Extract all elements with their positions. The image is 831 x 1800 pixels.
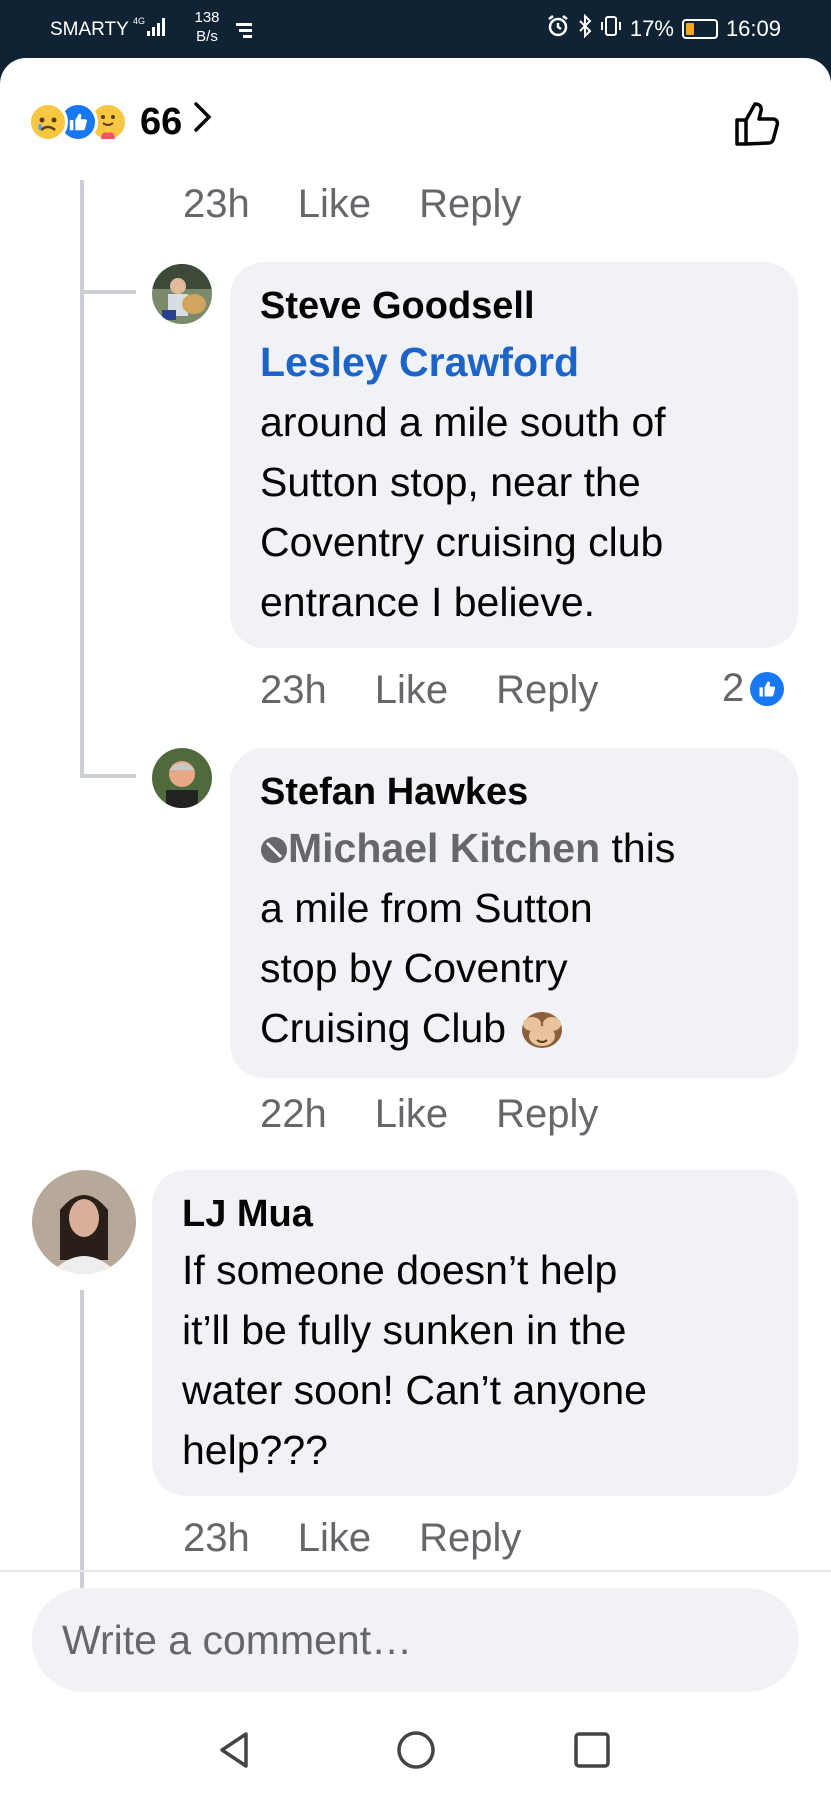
mention-link[interactable]: Lesley Crawford [260, 332, 768, 392]
comment-bubble: Stefan Hawkes Michael Kitchen this a mil… [230, 748, 798, 1078]
comment-input[interactable] [62, 1616, 769, 1664]
avatar[interactable] [152, 264, 212, 324]
carrier: SMARTY 4G [50, 16, 167, 44]
bluetooth-icon [578, 13, 592, 44]
comment-line: Sutton stop, near the [260, 459, 641, 505]
avatar-image [152, 748, 212, 808]
comment-line: entrance I believe. [260, 579, 596, 625]
comment-like-count[interactable]: 2 [722, 666, 785, 711]
comment-bubble: LJ Mua If someone doesn’t help it’ll be … [152, 1170, 798, 1496]
chevron-right-icon [192, 100, 214, 144]
comment-line: a mile from Sutton [260, 885, 593, 931]
avatar[interactable] [32, 1170, 136, 1274]
like-button[interactable]: Like [298, 1516, 371, 1561]
home-circle-icon [397, 1731, 435, 1769]
avatar[interactable] [152, 748, 212, 808]
speed-value: 138 [194, 9, 220, 26]
reply-button[interactable]: Reply [419, 182, 521, 227]
comment-line: water soon! Can’t anyone [182, 1367, 647, 1413]
comment-meta: 23h Like Reply [183, 182, 569, 227]
avatar-image [32, 1170, 136, 1274]
clock: 16:09 [725, 16, 781, 41]
like-count: 2 [722, 666, 745, 710]
comment-line: this [600, 825, 676, 871]
battery-percent: 17% [629, 16, 674, 41]
comment-line: help??? [182, 1427, 328, 1473]
comment-line: stop by Coventry [260, 945, 568, 991]
thread-line [80, 180, 84, 778]
comment-time: 23h [183, 1516, 250, 1560]
comment-time: 23h [260, 668, 327, 712]
mention-name: Michael Kitchen [288, 825, 601, 871]
composer-divider [0, 1570, 831, 1572]
comment-last-line: Cruising Club [260, 998, 768, 1058]
comment-line: If someone doesn’t help [182, 1247, 618, 1293]
like-button[interactable]: Like [375, 668, 448, 713]
home-button[interactable] [394, 1728, 438, 1772]
comment-text: Lesley Crawford around a mile south of S… [260, 332, 768, 632]
status-right: 17% 16:09 [546, 13, 781, 44]
comment-line: it’ll be fully sunken in the [182, 1307, 627, 1353]
comment-text: Michael Kitchen this a mile from Sutton … [260, 818, 768, 1058]
reaction-count: 66 [140, 100, 183, 143]
thumbs-up-icon [735, 102, 780, 146]
blocked-icon [261, 837, 287, 863]
reply-button[interactable]: Reply [496, 1092, 598, 1137]
reply-button[interactable]: Reply [419, 1516, 521, 1561]
comment-author[interactable]: LJ Mua [182, 1188, 768, 1240]
comment-meta: 23h Like Reply [260, 668, 646, 713]
recents-button[interactable] [570, 1728, 614, 1772]
back-button[interactable] [214, 1728, 258, 1772]
comment-text: If someone doesn’t help it’ll be fully s… [182, 1240, 768, 1480]
blocked-mention[interactable]: Michael Kitchen [260, 825, 600, 871]
like-badge-icon [750, 671, 785, 706]
alarm-icon [546, 14, 570, 44]
notification-lines-icon [236, 22, 256, 43]
comment-bubble: Steve Goodsell Lesley Crawford around a … [230, 262, 798, 648]
comment-first-line: Michael Kitchen this [260, 818, 768, 878]
network-speed: 138 B/s [190, 8, 224, 46]
signal-icon: 4G [133, 16, 167, 44]
like-post-button[interactable] [731, 96, 785, 150]
see-no-evil-monkey-icon [518, 1005, 566, 1051]
comments-sheet: 66 23h Like Reply Steve Goodsell Lesley … [0, 58, 831, 1800]
vibrate-icon [600, 14, 622, 44]
system-nav-bar [0, 1708, 831, 1800]
thread-connector [80, 774, 136, 778]
avatar-image [152, 264, 212, 324]
comment-line: Cruising Club [260, 1005, 507, 1051]
carrier-name: SMARTY [50, 19, 129, 40]
reaction-summary[interactable]: 66 [28, 100, 214, 144]
speed-unit: B/s [196, 28, 218, 45]
comment-author[interactable]: Stefan Hawkes [260, 766, 768, 818]
comment-composer[interactable] [32, 1588, 799, 1692]
comment-author[interactable]: Steve Goodsell [260, 280, 768, 332]
recents-square-icon [574, 1732, 610, 1768]
comment-time: 23h [183, 182, 250, 226]
thread-connector [80, 290, 136, 294]
sad-reaction-icon [28, 102, 68, 142]
network-type: 4G [133, 16, 145, 26]
comment-line: around a mile south of [260, 399, 666, 445]
comment-time: 22h [260, 1092, 327, 1136]
reply-button[interactable]: Reply [496, 668, 598, 713]
like-button[interactable]: Like [375, 1092, 448, 1137]
status-bar: SMARTY 4G 138 B/s 17% 16:09 [0, 0, 831, 58]
back-triangle-icon [220, 1732, 248, 1768]
comment-line: Coventry cruising club [260, 519, 664, 565]
battery-icon [681, 19, 718, 39]
comment-meta: 23h Like Reply [183, 1516, 569, 1561]
comment-meta: 22h Like Reply [260, 1092, 646, 1137]
like-button[interactable]: Like [298, 182, 371, 227]
